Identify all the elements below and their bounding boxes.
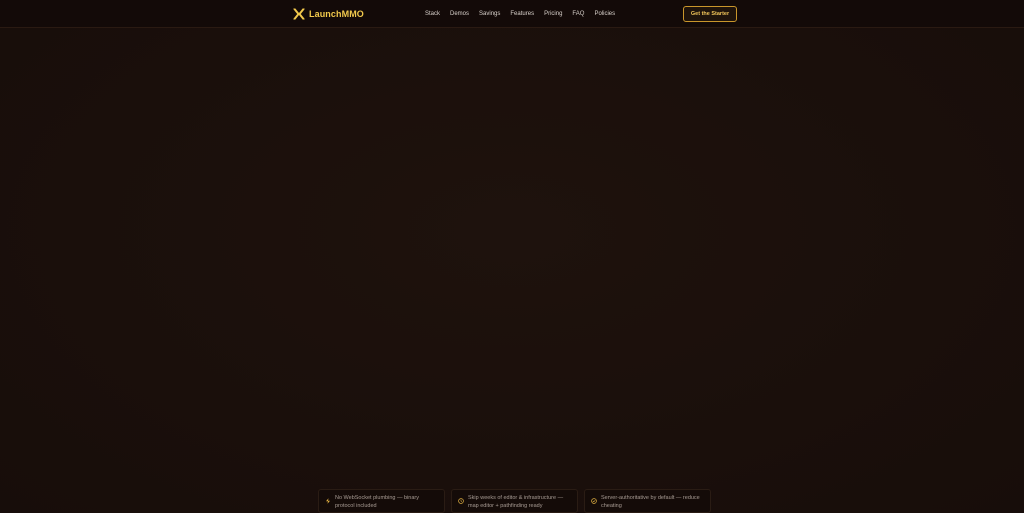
nav-links: Stack Demos Savings Features Pricing FAQ… bbox=[425, 8, 615, 20]
feature-card: No WebSocket plumbing — binary protocol … bbox=[318, 489, 445, 513]
feature-text-line: Skip weeks of editor & infrastructure — bbox=[468, 495, 564, 501]
nav-link-stack[interactable]: Stack bbox=[425, 8, 440, 20]
x-logo-icon bbox=[293, 8, 305, 20]
feature-card: Server-authoritative by default — reduce… bbox=[584, 489, 711, 513]
brand-logo[interactable]: LaunchMMO bbox=[293, 8, 364, 20]
feature-text: Server-authoritative by default — reduce… bbox=[601, 494, 700, 510]
feature-text: No WebSocket plumbing — binary protocol … bbox=[335, 494, 419, 510]
feature-text-line: Server-authoritative by default — reduce bbox=[601, 495, 700, 501]
feature-text-line: No WebSocket plumbing — binary bbox=[335, 495, 419, 501]
feature-card: Skip weeks of editor & infrastructure — … bbox=[451, 489, 578, 513]
landing-page: LaunchMMO Stack Demos Savings Features P… bbox=[0, 0, 1024, 513]
nav-link-policies[interactable]: Policies bbox=[594, 8, 615, 20]
get-starter-button[interactable]: Get the Starter bbox=[683, 6, 737, 22]
nav-link-faq[interactable]: FAQ bbox=[572, 8, 584, 20]
nav-link-features[interactable]: Features bbox=[510, 8, 534, 20]
feature-highlights: No WebSocket plumbing — binary protocol … bbox=[318, 489, 711, 513]
top-navbar: LaunchMMO Stack Demos Savings Features P… bbox=[0, 0, 1024, 28]
nav-link-demos[interactable]: Demos bbox=[450, 8, 469, 20]
feature-text: Skip weeks of editor & infrastructure — … bbox=[468, 494, 563, 510]
nav-link-savings[interactable]: Savings bbox=[479, 8, 500, 20]
zap-icon bbox=[326, 498, 330, 504]
feature-text-line: cheating bbox=[601, 503, 622, 509]
brand-name: LaunchMMO bbox=[309, 9, 364, 19]
shield-icon bbox=[591, 498, 597, 504]
feature-text-line: protocol included bbox=[335, 503, 377, 509]
nav-link-pricing[interactable]: Pricing bbox=[544, 8, 562, 20]
feature-text-line: map editor + pathfinding ready bbox=[468, 503, 543, 509]
clock-icon bbox=[458, 498, 464, 504]
